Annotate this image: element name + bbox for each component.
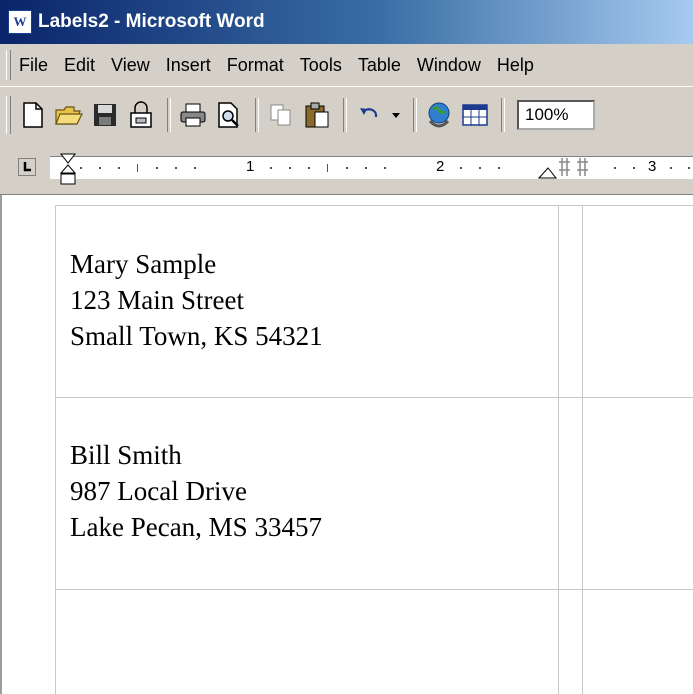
label-name: Bill Smith [70, 440, 182, 470]
ruler-number: 1 [246, 158, 255, 175]
zoom-dropdown[interactable]: 100% [517, 100, 595, 130]
toolbar-separator [501, 98, 505, 132]
column-marker-icon[interactable] [558, 156, 592, 180]
ruler-number: 3 [648, 158, 657, 175]
window-title: Labels2 - Microsoft Word [38, 11, 265, 32]
table-gridline [55, 205, 56, 694]
undo-button[interactable] [353, 97, 385, 133]
address-label[interactable]: Bill Smith 987 Local Drive Lake Pecan, M… [70, 437, 570, 545]
toolbar-separator [255, 98, 259, 132]
ruler-number: 2 [436, 158, 445, 175]
label-city: Small Town, KS 54321 [70, 321, 323, 351]
toolbar-separator [167, 98, 171, 132]
insert-table-button[interactable] [459, 97, 491, 133]
permission-icon [130, 101, 152, 128]
menu-format[interactable]: Format [227, 55, 284, 76]
paste-icon [305, 102, 329, 128]
title-bar[interactable]: W Labels2 - Microsoft Word [0, 0, 693, 44]
word-app-icon[interactable]: W [8, 10, 32, 34]
menu-file[interactable]: File [19, 55, 48, 76]
save-button[interactable] [89, 97, 121, 133]
standard-toolbar: 100% [0, 86, 693, 144]
print-button[interactable] [177, 97, 209, 133]
print-preview-icon [218, 102, 239, 128]
print-preview-button[interactable] [213, 97, 245, 133]
toolbar-grip[interactable] [6, 96, 11, 134]
paste-button[interactable] [301, 97, 333, 133]
undo-icon [360, 108, 378, 118]
menu-window[interactable]: Window [417, 55, 481, 76]
menu-insert[interactable]: Insert [166, 55, 211, 76]
left-tab-icon [23, 162, 31, 172]
ruler-ticks [80, 164, 690, 172]
print-icon [180, 103, 206, 127]
menu-view[interactable]: View [111, 55, 150, 76]
table-gridline [55, 589, 693, 590]
copy-button[interactable] [265, 97, 297, 133]
label-city: Lake Pecan, MS 33457 [70, 512, 322, 542]
tab-stop-selector[interactable] [18, 158, 36, 176]
toolbar-separator [413, 98, 417, 132]
new-document-button[interactable] [17, 97, 49, 133]
address-label[interactable]: Mary Sample 123 Main Street Small Town, … [70, 246, 570, 354]
permission-button[interactable] [125, 97, 157, 133]
undo-dropdown-button[interactable] [389, 97, 403, 133]
table-gridline [55, 397, 693, 398]
label-name: Mary Sample [70, 249, 217, 279]
web-button[interactable] [423, 97, 455, 133]
zoom-value: 100% [525, 105, 569, 124]
horizontal-ruler[interactable]: 1 2 3 [50, 156, 693, 179]
open-button[interactable] [53, 97, 85, 133]
table-icon [462, 104, 488, 126]
chevron-down-icon [392, 113, 400, 118]
horizontal-ruler-area: 1 2 3 [0, 142, 693, 195]
menu-table[interactable]: Table [358, 55, 401, 76]
document-area[interactable]: Mary Sample 123 Main Street Small Town, … [0, 195, 693, 694]
web-icon [428, 102, 450, 128]
copy-icon [270, 104, 291, 126]
toolbar-separator [343, 98, 347, 132]
menu-help[interactable]: Help [497, 55, 534, 76]
table-gridline [582, 205, 583, 694]
menu-tools[interactable]: Tools [300, 55, 342, 76]
indent-marker-icon[interactable] [58, 142, 78, 194]
menu-bar-grip[interactable] [6, 50, 11, 80]
new-document-icon [23, 102, 43, 128]
menu-bar: File Edit View Insert Format Tools Table… [0, 44, 693, 87]
menu-edit[interactable]: Edit [64, 55, 95, 76]
label-street: 987 Local Drive [70, 476, 247, 506]
label-street: 123 Main Street [70, 285, 244, 315]
open-folder-icon [55, 106, 83, 125]
table-gridline [55, 205, 693, 206]
right-indent-marker-icon[interactable] [536, 158, 560, 184]
save-icon [94, 104, 116, 126]
